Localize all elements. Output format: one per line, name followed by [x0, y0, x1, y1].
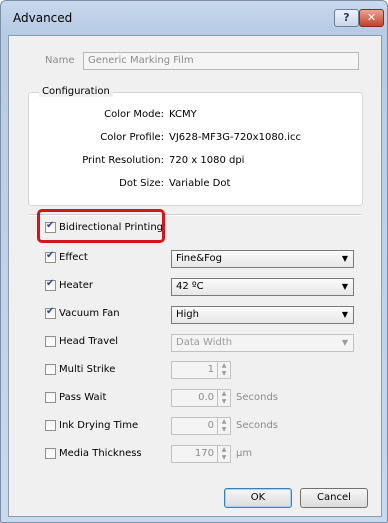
color-profile-value: VJ628-MF3G-720x1080.icc — [169, 132, 301, 143]
multi-strike-checkbox[interactable] — [45, 364, 56, 375]
print-resolution-label: Print Resolution: — [82, 155, 164, 166]
spin-down-icon[interactable]: ▼ — [217, 454, 230, 462]
head-travel-value: Data Width — [176, 337, 233, 348]
heater-value: 42 ºC — [176, 281, 204, 292]
chevron-down-icon: ▼ — [341, 310, 348, 319]
ok-button[interactable]: OK — [224, 488, 292, 508]
name-label: Name — [45, 55, 75, 66]
media-thickness-unit: µm — [236, 448, 253, 459]
window-title: Advanced — [13, 11, 73, 25]
ink-drying-time-unit: Seconds — [236, 420, 279, 431]
head-travel-dropdown[interactable]: Data Width ▼ — [171, 334, 354, 352]
heater-checkbox[interactable]: ✔ — [45, 278, 56, 291]
configuration-title: Configuration — [39, 86, 113, 97]
check-icon: ✔ — [46, 306, 55, 317]
cancel-button[interactable]: Cancel — [300, 488, 368, 508]
media-thickness-label: Media Thickness — [59, 448, 142, 459]
configuration-group: Configuration Color Mode: KCMY Color Pro… — [28, 86, 363, 206]
ink-drying-time-checkbox[interactable] — [45, 420, 56, 431]
chevron-down-icon: ▼ — [341, 282, 348, 291]
multi-strike-spinner[interactable]: 1 ▲ ▼ — [171, 361, 231, 379]
color-mode-label: Color Mode: — [104, 109, 164, 120]
check-icon: ✔ — [46, 250, 55, 261]
head-travel-label: Head Travel — [59, 336, 119, 347]
effect-value: Fine&Fog — [176, 253, 222, 264]
vacuum-fan-label: Vacuum Fan — [59, 308, 120, 319]
spin-down-icon[interactable]: ▼ — [217, 370, 230, 378]
highlight-box — [37, 209, 165, 243]
heater-dropdown[interactable]: 42 ºC ▼ — [171, 278, 354, 296]
media-thickness-checkbox[interactable] — [45, 448, 56, 459]
ink-drying-time-value: 0 — [207, 420, 214, 431]
print-resolution-value: 720 x 1080 dpi — [169, 155, 245, 166]
help-button[interactable]: ? — [334, 9, 359, 27]
spin-down-icon[interactable]: ▼ — [217, 426, 230, 434]
vacuum-fan-value: High — [176, 309, 199, 320]
chevron-down-icon: ▼ — [341, 254, 348, 263]
spin-up-icon[interactable]: ▲ — [217, 418, 230, 426]
dot-size-value: Variable Dot — [169, 178, 231, 189]
ink-drying-time-spinner[interactable]: 0 ▲ ▼ — [171, 417, 231, 435]
media-thickness-value: 170 — [194, 448, 214, 459]
spin-down-icon[interactable]: ▼ — [217, 398, 230, 406]
title-bar[interactable]: Advanced ? ✕ — [1, 1, 387, 35]
vacuum-fan-dropdown[interactable]: High ▼ — [171, 306, 354, 324]
chevron-down-icon: ▼ — [341, 338, 348, 347]
vacuum-fan-checkbox[interactable]: ✔ — [45, 306, 56, 319]
ink-drying-time-label: Ink Drying Time — [59, 420, 139, 431]
spin-up-icon[interactable]: ▲ — [217, 390, 230, 398]
spin-up-icon[interactable]: ▲ — [217, 362, 230, 370]
check-icon: ✔ — [46, 278, 55, 289]
effect-dropdown[interactable]: Fine&Fog ▼ — [171, 250, 354, 268]
pass-wait-label: Pass Wait — [59, 392, 107, 403]
heater-label: Heater — [59, 280, 93, 291]
dot-size-label: Dot Size: — [119, 178, 164, 189]
pass-wait-checkbox[interactable] — [45, 392, 56, 403]
color-profile-label: Color Profile: — [100, 132, 164, 143]
multi-strike-label: Multi Strike — [59, 364, 116, 375]
head-travel-checkbox[interactable] — [45, 336, 56, 347]
multi-strike-value: 1 — [207, 364, 214, 375]
pass-wait-spinner[interactable]: 0.0 ▲ ▼ — [171, 389, 231, 407]
effect-label: Effect — [59, 252, 88, 263]
close-icon: ✕ — [366, 11, 377, 24]
close-button[interactable]: ✕ — [359, 9, 384, 27]
dialog-body: Name Generic Marking Film Configuration … — [8, 35, 382, 517]
pass-wait-unit: Seconds — [236, 392, 279, 403]
name-field: Generic Marking Film — [83, 52, 359, 70]
color-mode-value: KCMY — [169, 109, 197, 120]
media-thickness-spinner[interactable]: 170 ▲ ▼ — [171, 445, 231, 463]
help-icon: ? — [343, 11, 350, 24]
effect-checkbox[interactable]: ✔ — [45, 250, 56, 263]
pass-wait-value: 0.0 — [198, 392, 214, 403]
advanced-dialog: Advanced ? ✕ Name Generic Marking Film C… — [0, 0, 388, 523]
spin-up-icon[interactable]: ▲ — [217, 446, 230, 454]
